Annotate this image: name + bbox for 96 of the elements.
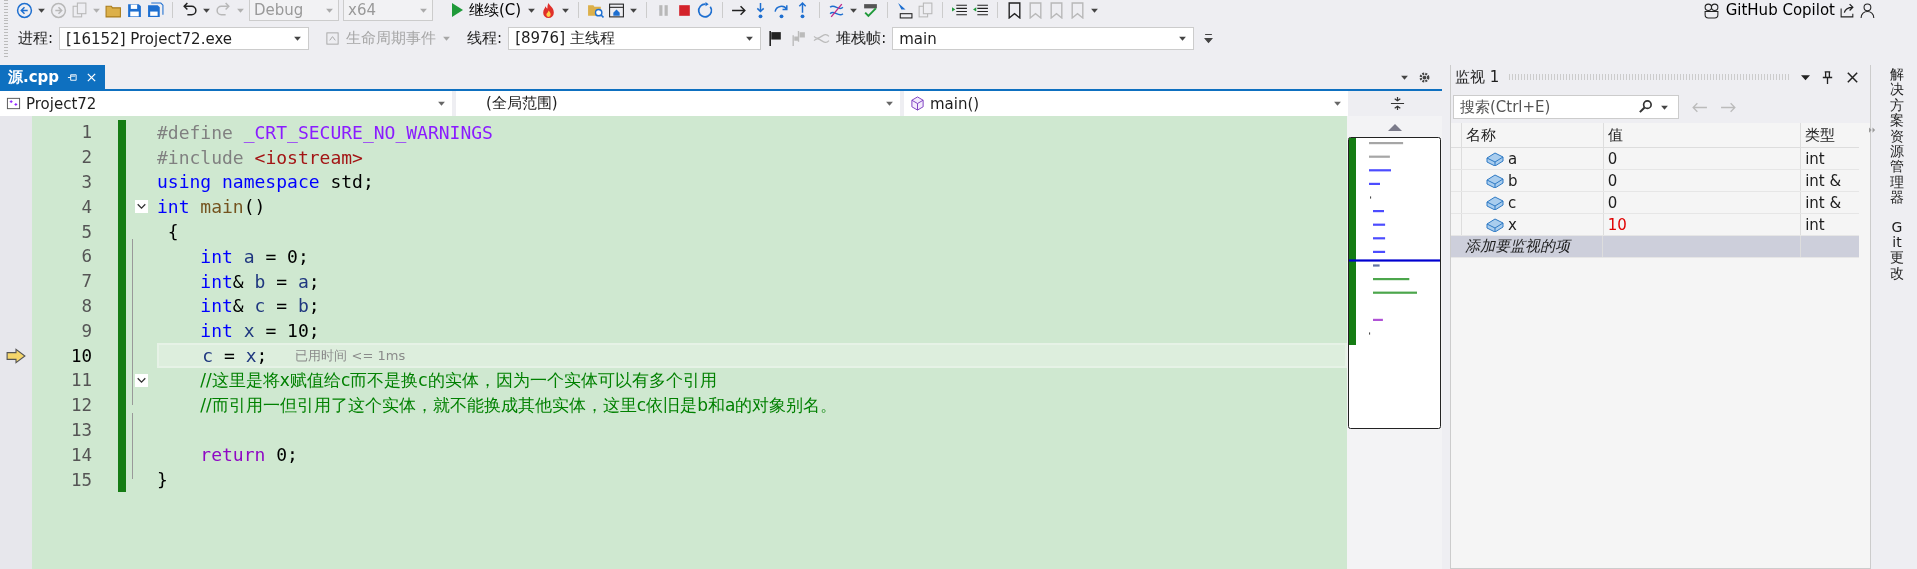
stack-frame-label: 堆栈帧:	[836, 29, 887, 48]
code-line: {	[166, 221, 179, 243]
variable-name: x	[1507, 215, 1517, 234]
line-number: 9	[80, 320, 92, 341]
restart-icon[interactable]	[697, 1, 715, 19]
thread-label: 线程:	[467, 29, 503, 48]
stack-frame-dropdown[interactable]: main	[892, 27, 1195, 50]
panel-title: 监视 1	[1455, 67, 1500, 87]
variable-name: a	[1507, 149, 1518, 168]
caret-icon	[1333, 99, 1342, 108]
cube-icon	[910, 96, 925, 111]
code-line: return 0;	[199, 444, 298, 466]
continue-button[interactable]: 继续(C)	[449, 0, 524, 20]
member-dropdown[interactable]: main()	[904, 91, 1348, 116]
variable-value: 10	[1603, 214, 1802, 235]
caret-icon	[1178, 34, 1188, 43]
minimap[interactable]	[1348, 137, 1441, 429]
spell-check-icon[interactable]	[862, 1, 880, 19]
copilot-icon	[1702, 1, 1720, 19]
search-field[interactable]: 搜索(Ctrl+E)	[1453, 95, 1679, 119]
caret-icon	[885, 99, 894, 108]
side-tab[interactable]: 解决方案资源管理器	[1890, 67, 1905, 206]
code-line: //这里是将x赋值给c而不是换c的实体，因为一个实体可以有多个引用	[199, 368, 717, 392]
line-number: 11	[69, 370, 92, 391]
search-icon[interactable]	[1638, 99, 1653, 114]
dropdown-icon[interactable]	[1801, 72, 1811, 82]
code-line: int& b = a;	[199, 270, 320, 292]
bookmark-icon[interactable]	[1006, 1, 1024, 19]
process-dropdown[interactable]: [16152] Project72.exe	[59, 27, 310, 50]
column-header[interactable]: 名称	[1461, 123, 1604, 147]
column-header[interactable]: 值	[1603, 123, 1802, 147]
code-line: #include <iostream>	[157, 146, 363, 168]
caret-icon	[745, 34, 755, 43]
line-number: 2	[80, 147, 92, 168]
variable-name: b	[1507, 171, 1518, 190]
thread-dropdown[interactable]: [8976] 主线程	[508, 27, 762, 50]
line-number: 3	[80, 172, 92, 192]
code-line: int main()	[157, 196, 266, 218]
code-line: //而引用一但引用了这个实体，就不能换成其他实体，这里c依旧是b和a的对象别名。	[199, 393, 838, 417]
fold-icon[interactable]	[134, 200, 148, 214]
fold-icon[interactable]	[134, 373, 148, 387]
caret-icon	[437, 99, 446, 108]
close-icon[interactable]	[1845, 69, 1861, 85]
variable-type: int	[1804, 214, 1826, 235]
back-icon[interactable]	[16, 1, 33, 19]
code-line: int x = 10;	[199, 320, 320, 342]
save-all-icon[interactable]	[147, 1, 164, 19]
line-number: 10	[69, 345, 92, 366]
variable-type: int &	[1804, 192, 1843, 213]
variable-value: 0	[1603, 192, 1802, 213]
line-number: 5	[80, 221, 92, 242]
line-number: 15	[69, 469, 92, 490]
line-number: 8	[80, 295, 92, 316]
play-icon	[451, 3, 463, 17]
caret-icon	[293, 34, 303, 43]
variable-type: int &	[1804, 170, 1843, 191]
variable-value: 0	[1603, 170, 1802, 191]
line-number: 1	[80, 122, 92, 143]
variable-icon	[1485, 195, 1504, 210]
line-number: 14	[69, 444, 92, 465]
variable-icon	[1485, 217, 1504, 232]
line-number: 6	[80, 246, 92, 267]
perf-tip: 已用时间 <= 1ms	[295, 346, 406, 365]
project-icon	[6, 96, 21, 111]
variable-name: c	[1507, 193, 1517, 212]
code-line: int& c = b;	[199, 295, 320, 317]
overflow-icon[interactable]	[1204, 32, 1214, 45]
caret-icon[interactable]	[1660, 103, 1669, 112]
variable-icon	[1485, 173, 1504, 188]
save-icon[interactable]	[126, 1, 143, 19]
lifecycle-icon	[325, 31, 341, 46]
line-number: 7	[80, 271, 92, 292]
caret-icon	[442, 34, 452, 43]
code-line: c = x;	[201, 345, 268, 367]
split-icon	[1389, 96, 1405, 111]
variable-value: 0	[1603, 148, 1802, 169]
code-line: #define _CRT_SECURE_NO_WARNINGS	[157, 121, 493, 143]
code-line: }	[157, 469, 168, 491]
code-line: using namespace std;	[157, 171, 374, 193]
scope-dropdown[interactable]: (全局范围)	[456, 91, 900, 116]
process-label: 进程:	[18, 29, 54, 48]
share-icon[interactable]	[1839, 1, 1856, 19]
line-number: 13	[69, 419, 92, 440]
window-icon[interactable]	[608, 1, 626, 19]
scroll-up-icon[interactable]	[1387, 124, 1402, 131]
person-icon[interactable]	[1860, 1, 1877, 19]
copilot-button[interactable]: GitHub Copilot	[1702, 1, 1835, 19]
project-dropdown[interactable]: Project72	[0, 91, 452, 116]
line-number: 4	[80, 196, 92, 217]
code-line: int a = 0;	[199, 245, 309, 267]
line-number: 12	[69, 395, 92, 416]
side-tab[interactable]: Git 更改	[1890, 219, 1905, 282]
pointer-icon[interactable]	[896, 1, 914, 19]
variable-type: int	[1804, 148, 1826, 169]
column-header[interactable]: 类型	[1801, 123, 1859, 147]
variable-icon	[1485, 151, 1504, 166]
